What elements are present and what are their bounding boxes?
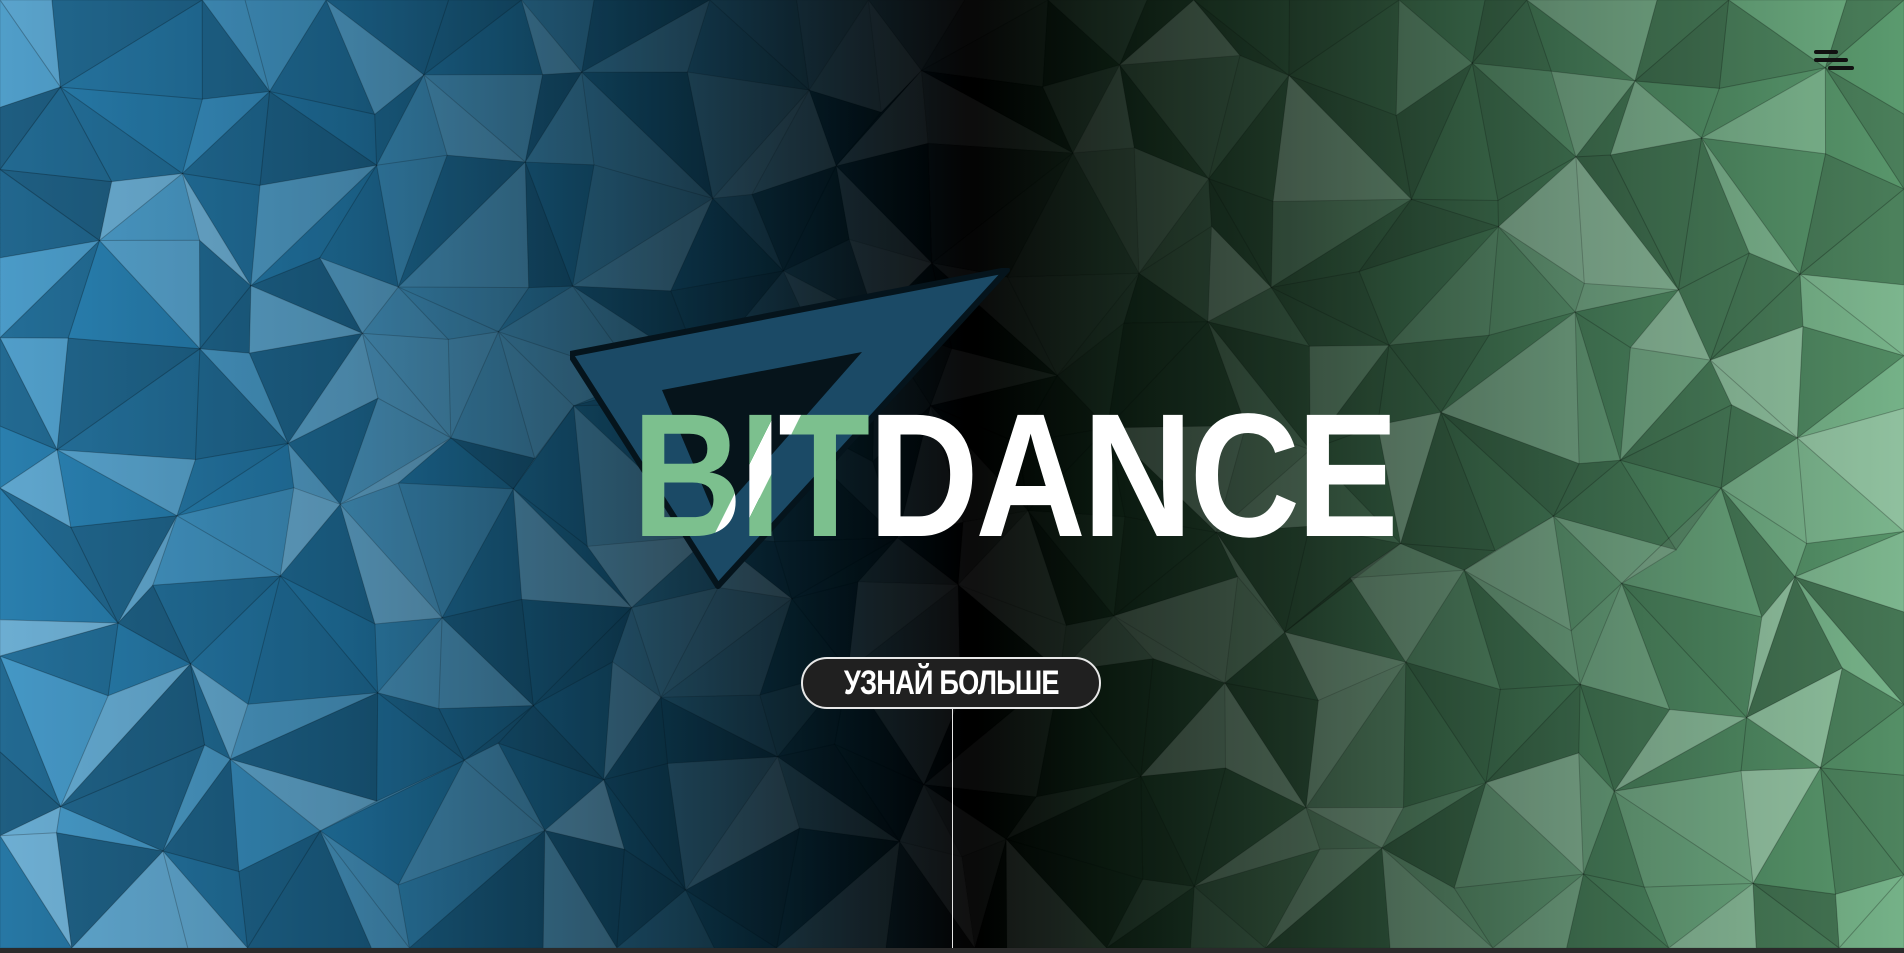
page-bottom-edge xyxy=(0,948,1904,953)
brand-name-rest: DANCE xyxy=(868,378,1399,574)
scroll-indicator-line xyxy=(952,709,953,948)
learn-more-label: УЗНАЙ БОЛЬШЕ xyxy=(843,663,1060,702)
brand-name: BITDANCE xyxy=(632,388,1399,564)
brand-name-accent: BIT xyxy=(632,378,872,574)
hamburger-menu-icon xyxy=(1814,50,1838,54)
hero-section: BITDANCE УЗНАЙ БОЛЬШЕ xyxy=(0,0,1904,948)
menu-toggle-button[interactable] xyxy=(1808,46,1856,74)
brand-logo: BITDANCE xyxy=(570,268,1399,598)
learn-more-button[interactable]: УЗНАЙ БОЛЬШЕ xyxy=(801,657,1101,709)
